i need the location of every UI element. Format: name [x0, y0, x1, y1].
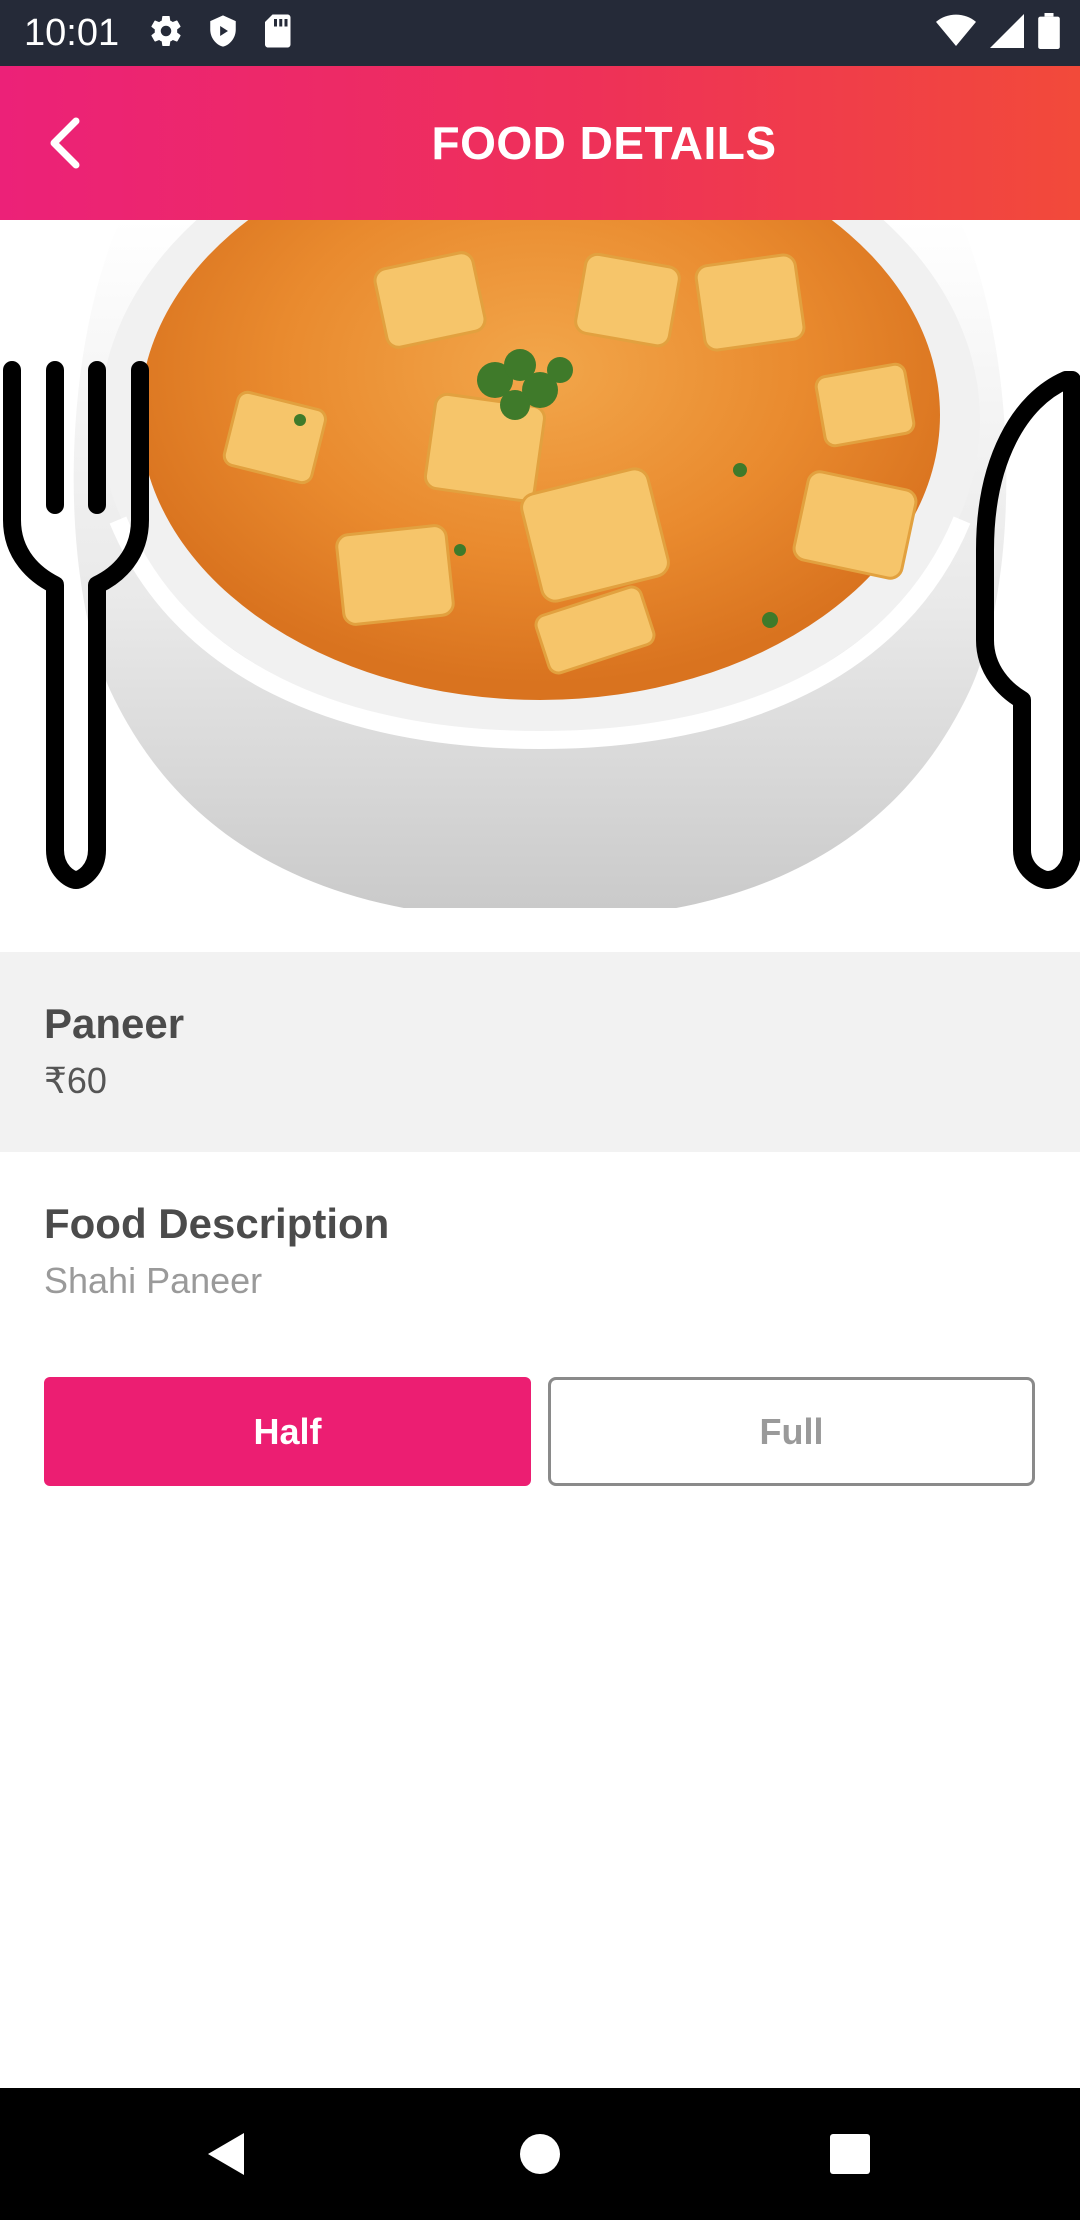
sd-card-icon [262, 13, 292, 54]
status-bar: 10:01 [0, 0, 1080, 66]
food-summary-card: Paneer ₹60 [0, 952, 1080, 1152]
app-bar: FOOD DETAILS [0, 66, 1080, 220]
status-icons-left [148, 14, 292, 52]
shield-icon [206, 13, 240, 54]
food-price: ₹60 [44, 1060, 107, 1101]
home-circle-icon [520, 2134, 560, 2174]
signal-icon [990, 13, 1024, 53]
page-title: FOOD DETAILS [431, 117, 777, 169]
description-text: Shahi Paneer [44, 1260, 263, 1301]
full-portion-button[interactable]: Full [548, 1377, 1035, 1486]
nav-home-button[interactable] [498, 2112, 582, 2196]
recents-square-icon [830, 2134, 870, 2174]
system-nav-bar [0, 2088, 1080, 2220]
nav-recents-button[interactable] [808, 2112, 892, 2196]
back-triangle-icon [208, 2133, 244, 2175]
wifi-icon [936, 14, 976, 53]
status-icons-right [936, 12, 1060, 54]
food-name: Paneer [44, 1000, 185, 1047]
chevron-left-icon [50, 117, 80, 169]
food-details-screen: 10:01 FOOD DETAILS Paneer ₹60 Food Descr… [0, 0, 1080, 2220]
back-button[interactable] [22, 101, 106, 185]
nav-back-button[interactable] [184, 2112, 268, 2196]
half-portion-button[interactable]: Half [44, 1377, 531, 1486]
settings-icon [148, 13, 184, 54]
status-time: 10:01 [24, 12, 120, 54]
description-heading: Food Description [44, 1200, 390, 1247]
battery-icon [1038, 12, 1060, 54]
food-image [0, 220, 1080, 908]
